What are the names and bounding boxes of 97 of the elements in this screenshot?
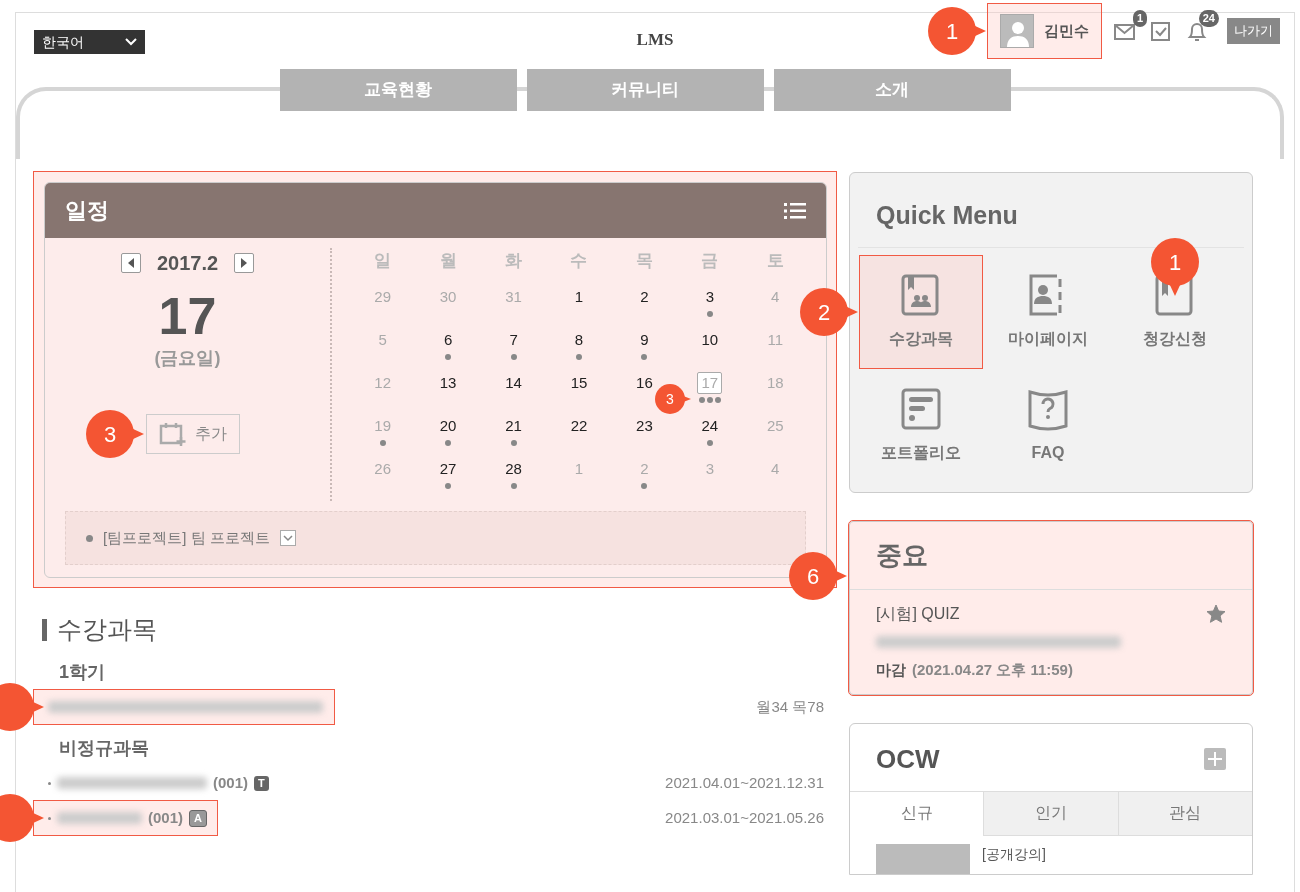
calendar-day[interactable]: 29 [369, 286, 396, 318]
calendar-day[interactable]: 2 [631, 286, 658, 318]
quick-menu-item[interactable]: FAQ [982, 369, 1114, 482]
course-link[interactable]: (001) A [34, 801, 217, 835]
caret-left-icon [126, 258, 135, 268]
calendar-day[interactable]: 4 [762, 286, 789, 318]
quick-menu-item[interactable]: 포트폴리오 [860, 369, 982, 482]
weekday-label: (금요일) [154, 347, 221, 371]
bullet-icon [48, 816, 51, 820]
weekday-header: 수 [570, 250, 588, 272]
add-button[interactable]: 추가 [145, 414, 240, 455]
calendar-day[interactable]: 28 [500, 458, 527, 490]
calendar-day[interactable]: 25 [762, 415, 789, 447]
chevron-down-icon[interactable] [279, 530, 296, 546]
panel-title: 일정 [65, 197, 109, 225]
calendar-day[interactable]: 11 [762, 329, 789, 361]
lecture-title[interactable]: [공개강의] [982, 843, 1046, 865]
calendar-day[interactable]: 21 [500, 415, 527, 447]
weekday-header: 화 [505, 250, 523, 272]
notice-title[interactable]: [시험] QUIZ [876, 601, 960, 626]
calendar-day[interactable]: 2 [631, 458, 658, 490]
calendar-day[interactable]: 1 [565, 458, 592, 490]
calendar-day[interactable]: 14 [500, 372, 527, 404]
chevron-down-icon [125, 38, 137, 46]
calendar-day[interactable]: 15 [565, 372, 592, 404]
calendar-day[interactable]: 3 [696, 286, 723, 318]
calendar-day[interactable]: 9 [631, 329, 658, 361]
bullet-icon [48, 781, 51, 785]
logout-button[interactable]: 나가기 [1227, 18, 1280, 44]
list-card-icon [900, 386, 942, 431]
type-badge: T [254, 775, 269, 791]
star-icon[interactable] [1206, 603, 1226, 624]
month-label: 2017.2 [156, 251, 219, 276]
count-badge: 24 [1198, 10, 1219, 27]
calendar-day[interactable]: 6 [435, 329, 462, 361]
course-code: (001) [213, 772, 249, 793]
tab[interactable]: 인기 [983, 791, 1118, 836]
nav-tab[interactable]: 커뮤니티 [526, 69, 764, 111]
calendar-day[interactable]: 26 [369, 458, 396, 490]
group-title: 1학기 [59, 660, 106, 684]
calendar-day[interactable]: 16 [631, 372, 658, 404]
calendar-day[interactable]: 4 [762, 458, 789, 490]
weekday-header: 목 [635, 250, 653, 272]
list-icon[interactable] [784, 201, 806, 220]
section-title: 수강과목 [57, 614, 157, 645]
weekday-header: 월 [439, 250, 457, 272]
calendar-day[interactable]: 18 [762, 372, 789, 404]
user-profile[interactable]: 김민수 [988, 4, 1101, 58]
next-month-button[interactable] [234, 253, 255, 273]
weekday-header: 토 [766, 250, 784, 272]
calendar-day[interactable]: 30 [435, 286, 462, 318]
calendar-day[interactable]: 7 [500, 329, 527, 361]
course-link[interactable]: (001) T [34, 766, 279, 800]
calendar-day[interactable]: 5 [369, 329, 396, 361]
weekday-header: 금 [701, 250, 719, 272]
calendar-plus-icon [158, 421, 187, 448]
caret-right-icon [240, 258, 249, 268]
deadline-label: 마감 [876, 660, 906, 678]
calendar-day[interactable]: 13 [435, 372, 462, 404]
course-info: 2021.04.01~2021.12.31 [665, 772, 824, 793]
calendar-day[interactable]: 31 [500, 286, 527, 318]
calendar-day[interactable]: 8 [565, 329, 592, 361]
calendar-day[interactable]: 23 [631, 415, 658, 447]
prev-month-button[interactable] [120, 253, 141, 273]
calendar-day[interactable]: 12 [369, 372, 396, 404]
group-title: 비정규과목 [59, 736, 150, 760]
nav-tab[interactable]: 소개 [773, 69, 1011, 111]
tab[interactable]: 관심 [1117, 791, 1252, 836]
course-info: 월34 목78 [756, 696, 824, 717]
nav-tab[interactable]: 교육현황 [279, 69, 517, 111]
panel-title: 중요 [850, 521, 1252, 590]
quick-menu-item[interactable]: 수강과목 [860, 255, 982, 368]
calendar-day[interactable]: 3 [696, 458, 723, 490]
selected-day: 17 [158, 288, 217, 346]
count-badge: 1 [1132, 10, 1147, 27]
calendar-day[interactable]: 22 [565, 415, 592, 447]
checkbox-icon[interactable] [1149, 19, 1173, 43]
calendar-day[interactable]: 20 [435, 415, 462, 447]
bullet-icon [86, 534, 93, 542]
course-info: 2021.03.01~2021.05.26 [665, 807, 824, 828]
logo-text: LMS [636, 29, 674, 51]
avatar-icon [1000, 14, 1034, 48]
deadline-date: (2021.04.27 오후 11:59) [912, 660, 1073, 678]
calendar-day[interactable]: 19 [369, 415, 396, 447]
calendar-day[interactable]: 27 [435, 458, 462, 490]
quick-menu-item[interactable]: 마이페이지 [982, 255, 1114, 368]
calendar-day[interactable]: 10 [696, 329, 723, 361]
panel-title: OCW [876, 742, 940, 776]
type-badge: A [189, 809, 207, 827]
event-text[interactable]: [팀프로젝트] 팀 프로젝트 [103, 526, 270, 550]
weekday-header: 일 [374, 250, 392, 272]
language-select[interactable]: 한국어 [34, 30, 145, 54]
book-people-icon [900, 272, 942, 317]
section-bar [42, 618, 47, 641]
course-code: (001) [148, 807, 184, 828]
calendar-day[interactable]: 24 [696, 415, 723, 447]
calendar-day[interactable]: 1 [565, 286, 592, 318]
